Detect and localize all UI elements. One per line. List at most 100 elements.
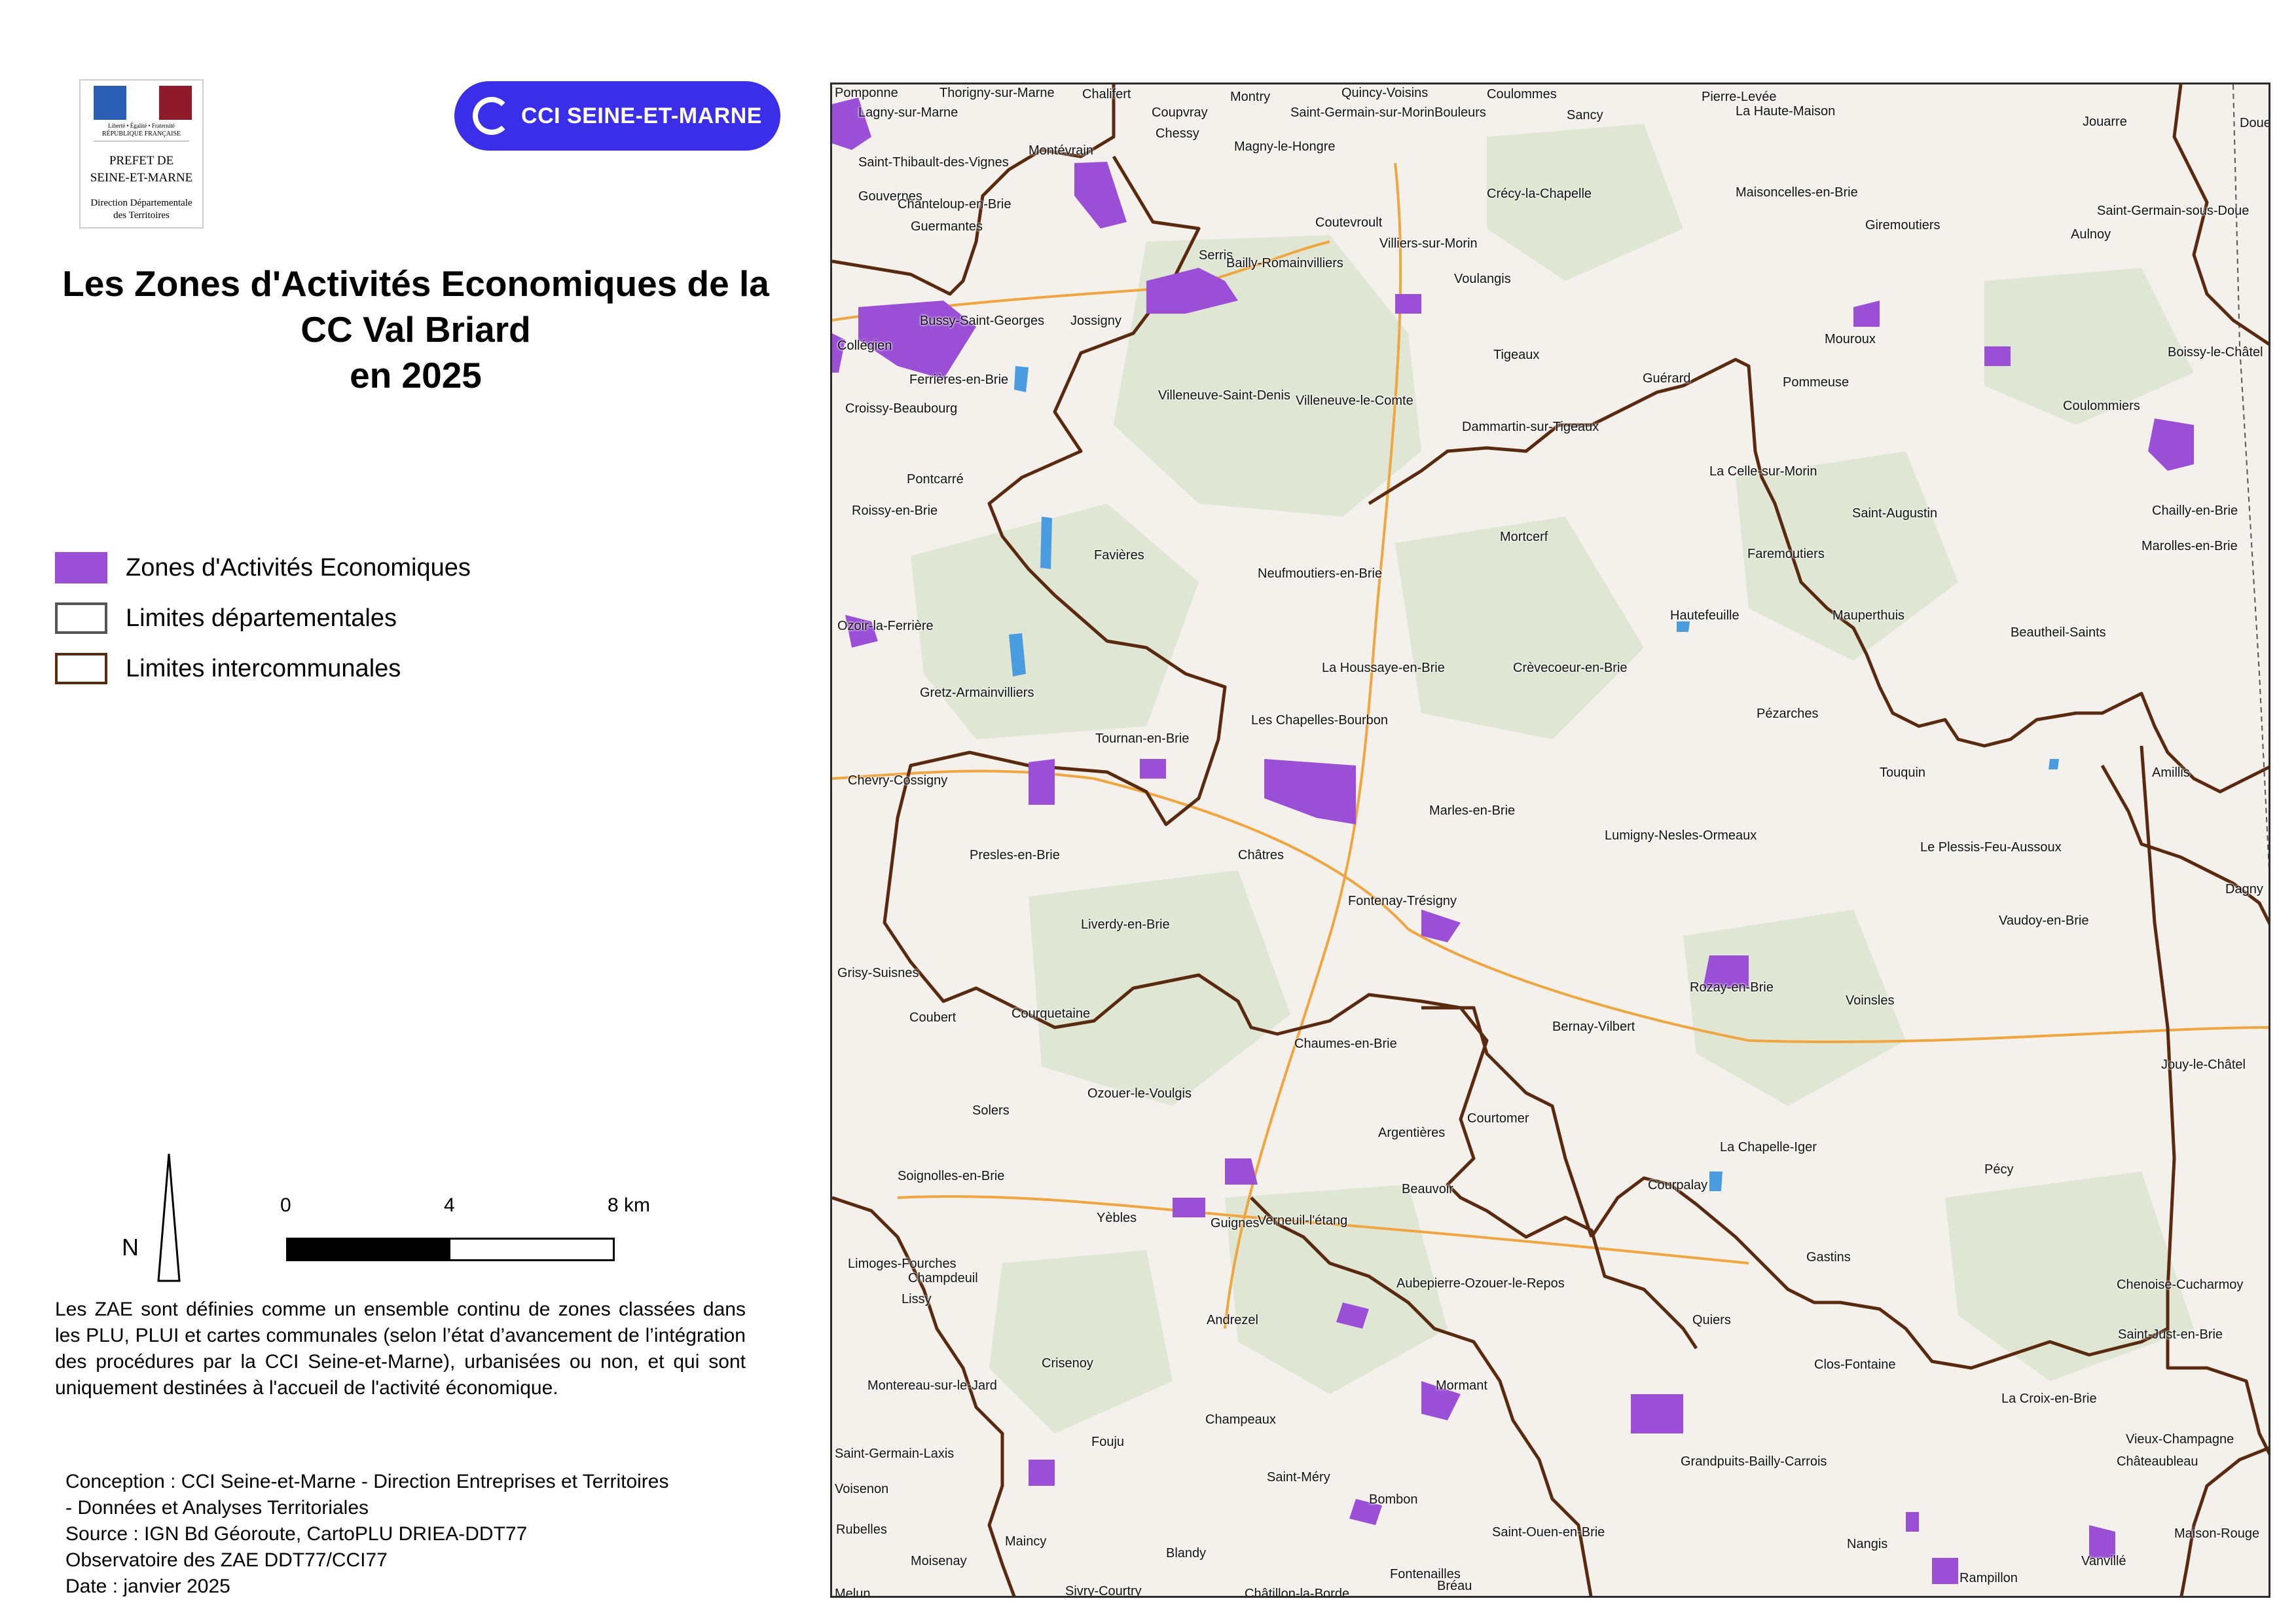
town-label: Coubert: [909, 1010, 957, 1025]
town-label: Collégien: [837, 339, 892, 353]
prefet-line2: SEINE-ET-MARNE: [90, 171, 193, 185]
zae-zone: [1173, 1198, 1205, 1217]
town-label: Clos-Fontaine: [1814, 1357, 1896, 1372]
flag-blue: [94, 86, 126, 120]
town-label: Coutevroult: [1315, 215, 1383, 230]
town-label: Lagny-sur-Marne: [858, 105, 958, 120]
flag-red: [159, 86, 192, 120]
town-label: Fontenay-Trésigny: [1348, 894, 1457, 908]
town-label: Soignolles-en-Brie: [898, 1169, 1005, 1183]
town-label: Mouroux: [1825, 332, 1876, 346]
credit-line: Conception : CCI Seine-et-Marne - Direct…: [65, 1471, 669, 1492]
town-label: Ozoir-la-Ferrière: [837, 619, 934, 633]
town-label: Moisenay: [911, 1554, 967, 1568]
zae-zone: [2148, 418, 2194, 471]
zae-zone: [1421, 910, 1461, 942]
scale-label-4: 4: [444, 1194, 455, 1216]
town-label: Courtomer: [1467, 1111, 1529, 1126]
town-label: Crisenoy: [1042, 1356, 1093, 1371]
town-label: Faremoutiers: [1747, 547, 1825, 561]
town-label: Vaudoy-en-Brie: [1999, 913, 2089, 928]
pond: [1709, 1172, 1722, 1191]
town-label: Chevry-Cossigny: [848, 773, 948, 788]
town-label: Roissy-en-Brie: [852, 504, 938, 518]
town-label: Mauperthuis: [1832, 608, 1905, 623]
cci-logo: CCI SEINE-ET-MARNE: [454, 81, 780, 151]
town-label: Aubepierre-Ozouer-le-Repos: [1396, 1276, 1565, 1291]
town-label: Châtillon-la-Borde: [1245, 1587, 1350, 1598]
town-label: Chalifert: [1082, 87, 1131, 101]
zae-zone: [1225, 1158, 1258, 1185]
town-label: Courquetaine: [1011, 1006, 1091, 1021]
town-label: Quincy-Voisins: [1341, 86, 1429, 100]
forest-area: [989, 1250, 1173, 1433]
town-label: Saint-Méry: [1267, 1470, 1330, 1485]
town-label: Thorigny-sur-Marne: [939, 86, 1055, 100]
town-label: Chaumes-en-Brie: [1294, 1037, 1397, 1051]
town-label: Neufmoutiers-en-Brie: [1258, 566, 1383, 581]
map-panel[interactable]: Pomponne Thorigny-sur-Marne Chalifert Montr…: [830, 83, 2270, 1598]
credit-line: - Données et Analyses Territoriales: [65, 1497, 369, 1519]
prefet-line1: PREFET DE: [109, 154, 174, 168]
town-label: Grisy-Suisnes: [837, 966, 919, 980]
town-label: Guermantes: [911, 219, 983, 234]
zae-zone: [1631, 1394, 1683, 1433]
town-label: Villeneuve-Saint-Denis: [1158, 388, 1290, 403]
zae-zone: [1029, 759, 1055, 805]
town-label: Voulangis: [1454, 272, 1511, 286]
zae-zone: [1074, 162, 1127, 229]
town-label: Limoges-Fourches: [848, 1257, 957, 1271]
town-label: Voinsles: [1846, 993, 1895, 1008]
town-label: Saint-Augustin: [1852, 506, 1938, 521]
town-label: Bombon: [1369, 1492, 1418, 1507]
town-label: Jouarre: [2083, 115, 2127, 129]
town-label: Bernay-Vilbert: [1552, 1020, 1635, 1034]
town-label: Lumigny-Nesles-Ormeaux: [1605, 828, 1757, 843]
town-label: Bailly-Romainvilliers: [1226, 256, 1343, 270]
town-label: Aulnoy: [2071, 227, 2111, 242]
prefecture-logo: Liberté • Égalité • Fraternité RÉPUBLIQU…: [79, 79, 204, 229]
town-label: La Croix-en-Brie: [2001, 1392, 2097, 1406]
legend-swatch-zae: [55, 552, 107, 583]
republic-motto: Liberté • Égalité • Fraternité: [108, 122, 175, 129]
forest-area: [1487, 124, 1683, 281]
town-label: Verneuil-l'étang: [1258, 1213, 1348, 1228]
town-label: Boissy-le-Châtel: [2168, 345, 2263, 360]
town-label: Fouju: [1091, 1435, 1125, 1449]
republic-name: RÉPUBLIQUE FRANÇAISE: [101, 130, 181, 138]
credit-line: Date : janvier 2025: [65, 1576, 230, 1597]
map-title: Les Zones d'Activités Economiques de la …: [39, 261, 792, 398]
town-label: Chailly-en-Brie: [2152, 504, 2238, 518]
town-label: Montry: [1230, 90, 1271, 104]
town-label: Beauvoir: [1402, 1182, 1453, 1196]
scale-segment-black: [288, 1240, 450, 1259]
town-label: Beautheil-Saints: [2011, 625, 2106, 640]
town-label: Tigeaux: [1493, 348, 1540, 362]
legend-label-intercommunal: Limites intercommunales: [126, 654, 401, 682]
town-label: Pécy: [1984, 1162, 2014, 1177]
town-label: Ozouer-le-Voulgis: [1087, 1086, 1192, 1101]
credit-line: Observatoire des ZAE DDT77/CCI77: [65, 1549, 388, 1571]
north-arrow-icon: [157, 1153, 181, 1282]
zae-zone: [1395, 294, 1421, 314]
town-label: Marolles-en-Brie: [2141, 539, 2238, 553]
intercommunal-boundary: [2140, 745, 2269, 1456]
town-label: Hautefeuille: [1670, 608, 1740, 623]
town-label: Melun: [835, 1587, 871, 1598]
zae-zone: [1984, 346, 2011, 366]
town-label: Grandpuits-Bailly-Carrois: [1681, 1454, 1827, 1469]
town-label: Saint-Thibault-des-Vignes: [858, 155, 1009, 170]
scale-segment-white: [450, 1240, 613, 1259]
legend-label-zae: Zones d'Activités Economiques: [126, 553, 471, 581]
town-label: Saint-Germain-sous-Doue: [2097, 204, 2250, 218]
town-label: Châtres: [1238, 848, 1285, 862]
town-label: Solers: [972, 1103, 1010, 1118]
intercommunal-boundary: [2100, 764, 2269, 925]
town-label: Bouleurs: [1434, 105, 1486, 120]
town-label: Saint-Germain-Laxis: [835, 1447, 955, 1461]
town-label: Marles-en-Brie: [1429, 803, 1516, 818]
town-label: La Celle-sur-Morin: [1709, 464, 1817, 479]
cci-mark-icon: [473, 97, 511, 135]
town-label: Quiers: [1692, 1313, 1731, 1327]
town-label: Pierre-Levée: [1702, 90, 1777, 104]
